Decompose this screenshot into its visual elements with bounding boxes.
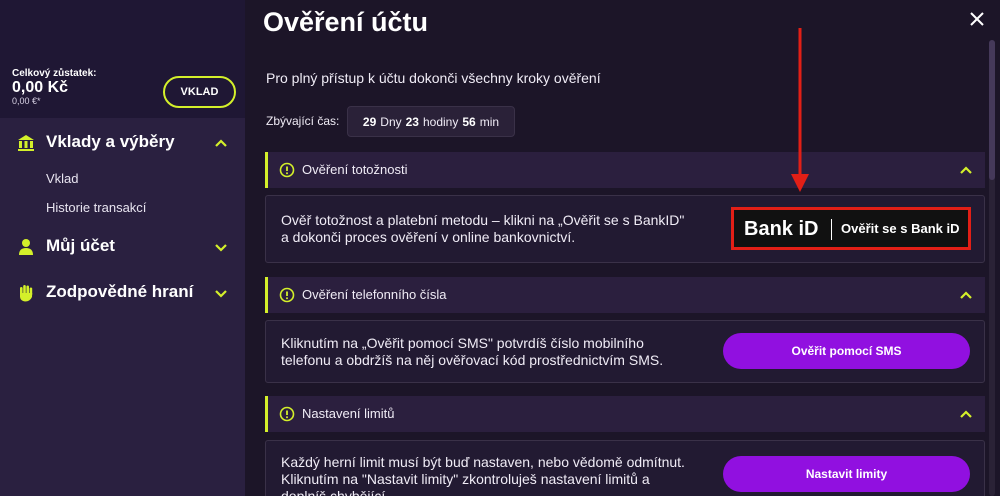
bankid-logo: Bank iD bbox=[744, 218, 819, 240]
warning-icon bbox=[279, 162, 295, 178]
section-text-line: Kliknutím na „Ověřit pomocí SMS" potvrdí… bbox=[281, 335, 644, 351]
section-header-identity[interactable]: Ověření totožnosti bbox=[265, 152, 985, 188]
timer-hours-label: hodiny bbox=[422, 114, 459, 129]
set-limits-button[interactable]: Nastavit limity bbox=[723, 456, 970, 492]
chevron-up-icon bbox=[960, 291, 972, 299]
balance-eur: 0,00 €* bbox=[12, 96, 41, 106]
timer-days-label: Dny bbox=[380, 114, 402, 129]
balance-value: 0,00 Kč bbox=[12, 79, 69, 96]
sidebar-subitem-transaction-history[interactable]: Historie transakcí bbox=[46, 200, 146, 215]
scrollbar[interactable] bbox=[989, 40, 995, 496]
section-text-line: doplníš chybějící. bbox=[281, 488, 390, 496]
deposit-button[interactable]: VKLAD bbox=[163, 76, 236, 108]
user-icon bbox=[19, 239, 33, 255]
page-title: Ověření účtu bbox=[263, 7, 429, 37]
timer-minutes: 56 bbox=[462, 114, 476, 129]
chevron-up-icon bbox=[215, 139, 227, 147]
section-text: Každý herní limit musí být buď nastaven,… bbox=[281, 454, 685, 496]
sidebar-item-my-account[interactable]: Můj účet bbox=[0, 234, 245, 260]
countdown-timer: 29 Dny 23 hodiny 56 min bbox=[347, 106, 515, 137]
bank-icon bbox=[18, 135, 34, 151]
sidebar: Celkový zůstatek: 0,00 Kč 0,00 €* VKLAD … bbox=[0, 0, 245, 496]
hand-icon bbox=[20, 285, 33, 302]
close-icon[interactable] bbox=[966, 8, 988, 30]
scrollbar-thumb[interactable] bbox=[989, 40, 995, 180]
sidebar-item-label: Můj účet bbox=[46, 236, 115, 255]
sidebar-item-deposits-withdrawals[interactable]: Vklady a výběry bbox=[0, 130, 245, 156]
section-header-phone[interactable]: Ověření telefonního čísla bbox=[265, 277, 985, 313]
section-text-line: Každý herní limit musí být buď nastaven,… bbox=[281, 454, 685, 470]
intro-text: Pro plný přístup k účtu dokonči všechny … bbox=[266, 70, 601, 86]
verify-sms-button[interactable]: Ověřit pomocí SMS bbox=[723, 333, 970, 369]
section-text-line: telefonu a obdržíš na něj ověřovací kód … bbox=[281, 352, 664, 368]
timer-minutes-label: min bbox=[479, 114, 500, 129]
section-text: Kliknutím na „Ověřit pomocí SMS" potvrdí… bbox=[281, 335, 663, 369]
timer-days: 29 bbox=[362, 114, 377, 129]
chevron-down-icon bbox=[215, 290, 227, 298]
sidebar-item-label: Zodpovědné hraní bbox=[46, 282, 194, 301]
remaining-time-label: Zbývající čas: bbox=[266, 114, 340, 128]
sidebar-item-responsible-gaming[interactable]: Zodpovědné hraní bbox=[0, 280, 245, 306]
bankid-button-label: Ověřit se s Bank iD bbox=[841, 221, 960, 236]
chevron-down-icon bbox=[215, 244, 227, 252]
section-title: Nastavení limitů bbox=[302, 406, 395, 421]
chevron-up-icon bbox=[960, 166, 972, 174]
chevron-up-icon bbox=[960, 410, 972, 418]
divider bbox=[831, 219, 832, 240]
sidebar-subitem-deposit[interactable]: Vklad bbox=[46, 171, 79, 186]
section-title: Ověření telefonního čísla bbox=[302, 287, 447, 302]
warning-icon bbox=[279, 287, 295, 303]
balance-panel: Celkový zůstatek: 0,00 Kč 0,00 €* VKLAD bbox=[0, 0, 245, 118]
section-text-line: Kliknutím na "Nastavit limity" zkontrolu… bbox=[281, 471, 650, 487]
timer-hours: 23 bbox=[405, 114, 419, 129]
section-header-limits[interactable]: Nastavení limitů bbox=[265, 396, 985, 432]
section-text-line: Ověř totožnost a platební metodu – klikn… bbox=[281, 212, 685, 228]
section-text: Ověř totožnost a platební metodu – klikn… bbox=[281, 212, 684, 246]
arrow-down-icon bbox=[791, 28, 809, 192]
section-title: Ověření totožnosti bbox=[302, 162, 408, 177]
warning-icon bbox=[279, 406, 295, 422]
sidebar-item-label: Vklady a výběry bbox=[46, 132, 175, 151]
bankid-verify-button[interactable]: Bank iD Ověřit se s Bank iD bbox=[731, 207, 971, 250]
balance-label: Celkový zůstatek: bbox=[12, 68, 97, 79]
section-text-line: a dokonči proces ověření v online bankov… bbox=[281, 229, 576, 245]
